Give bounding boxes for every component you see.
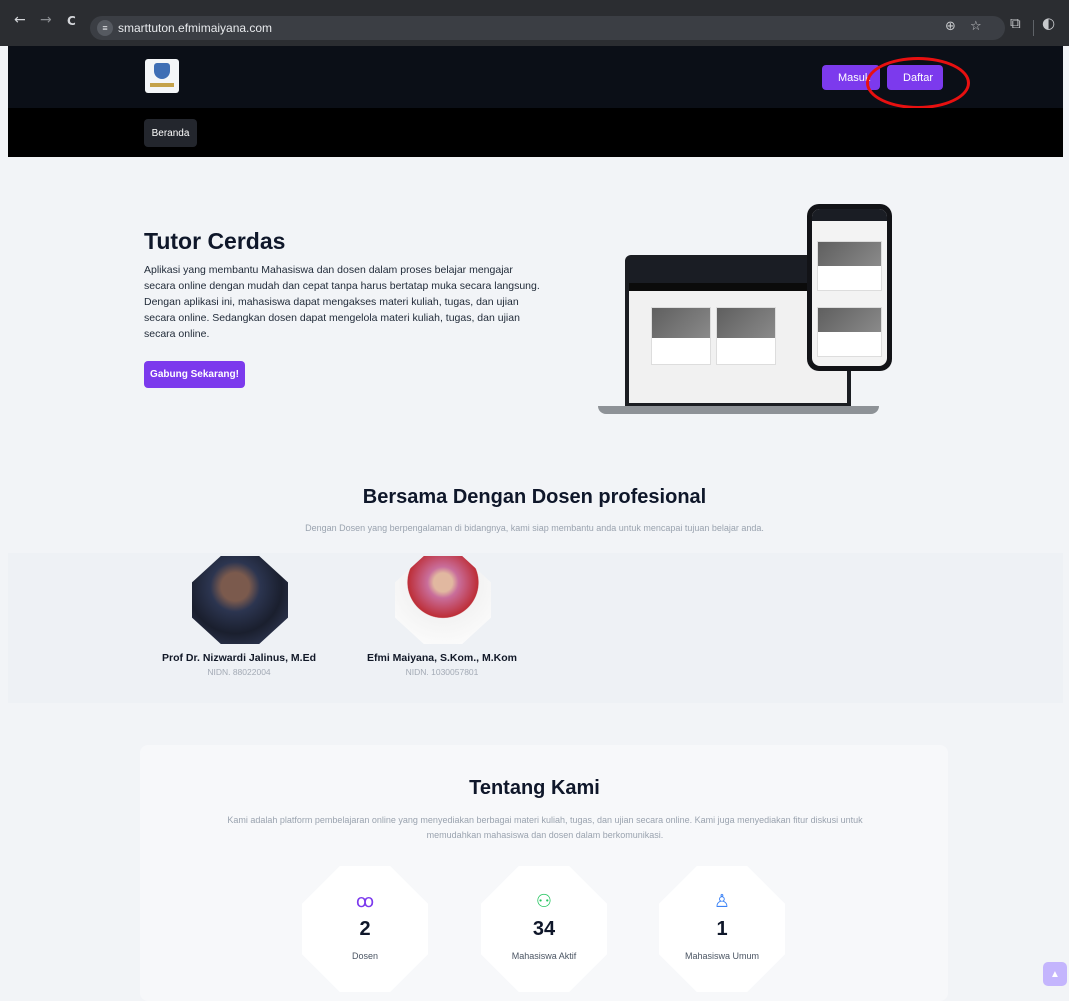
- zoom-icon[interactable]: ⊕: [945, 19, 956, 34]
- logo-base: [150, 83, 174, 87]
- gabung-sekarang-button[interactable]: Gabung Sekarang!: [144, 361, 245, 388]
- scroll-to-top-button[interactable]: ▲: [1043, 962, 1067, 986]
- logo-figure-icon: [154, 63, 170, 79]
- laptop-base: [598, 406, 879, 414]
- back-icon[interactable]: ←: [14, 12, 26, 28]
- dosen-section-subtitle: Dengan Dosen yang berpengalaman di bidan…: [305, 523, 764, 533]
- stat-mahasiswa-umum-value: 1: [716, 918, 728, 940]
- dosen-band: [8, 553, 1063, 703]
- stat-dosen-value: 2: [359, 918, 371, 940]
- forward-icon[interactable]: →: [40, 12, 52, 28]
- red-circle-annotation: [866, 57, 970, 109]
- users-icon: ꝏ: [355, 891, 375, 912]
- site-settings-icon[interactable]: ≡: [97, 20, 113, 36]
- stat-mahasiswa-umum-label: Mahasiswa Umum: [684, 951, 760, 961]
- chevron-up-icon: ▲: [1050, 968, 1060, 980]
- hero-description: Aplikasi yang membantu Mahasiswa dan dos…: [144, 262, 544, 342]
- toolbar-divider: [1033, 20, 1034, 36]
- hero-title: Tutor Cerdas: [144, 228, 286, 254]
- dosen-section-title: Bersama Dengan Dosen profesional: [362, 486, 707, 508]
- reload-icon[interactable]: C: [67, 14, 76, 28]
- about-title: Tentang Kami: [469, 777, 600, 799]
- stat-mahasiswa-aktif: ⚇ 34 Mahasiswa Aktif: [481, 866, 607, 992]
- stat-dosen: ꝏ 2 Dosen: [302, 866, 428, 992]
- bookmark-star-icon[interactable]: ☆: [970, 19, 982, 34]
- profile-icon[interactable]: ◐: [1042, 14, 1055, 32]
- extensions-icon[interactable]: ⧉: [1010, 14, 1021, 32]
- network-icon: ⚇: [535, 891, 553, 912]
- address-bar[interactable]: ≡ smarttuton.efmimaiyana.com ⊕ ☆: [90, 16, 1005, 40]
- lecturer-1-name: Prof Dr. Nizwardi Jalinus, M.Ed: [161, 652, 317, 664]
- phone-mockup-image: [807, 204, 892, 371]
- stat-mahasiswa-umum: ♙ 1 Mahasiswa Umum: [659, 866, 785, 992]
- lecturer-2-name: Efmi Maiyana, S.Kom., M.Kom: [367, 652, 517, 664]
- stat-dosen-label: Dosen: [351, 951, 378, 961]
- browser-toolbar: ← → C ≡ smarttuton.efmimaiyana.com ⊕ ☆ ⧉…: [0, 0, 1069, 46]
- stat-mahasiswa-aktif-label: Mahasiswa Aktif: [511, 951, 577, 961]
- lecturer-1-nidn: NIDN. 88022004: [207, 667, 271, 677]
- hero-paragraph-1: Aplikasi yang membantu Mahasiswa dan dos…: [144, 264, 540, 292]
- nav-item-beranda[interactable]: Beranda: [144, 119, 197, 147]
- stat-mahasiswa-aktif-value: 34: [532, 918, 556, 940]
- about-text: Kami adalah platform pembelajaran online…: [227, 815, 863, 840]
- url-text[interactable]: smarttuton.efmimaiyana.com: [118, 21, 272, 35]
- lecturer-2-photo: [395, 556, 491, 644]
- site-logo[interactable]: [145, 59, 179, 93]
- lecturer-2-nidn: NIDN. 1030057801: [405, 667, 479, 677]
- lecturer-1-photo: [192, 556, 288, 644]
- user-check-icon: ♙: [713, 891, 731, 912]
- hero-paragraph-2: Dengan aplikasi ini, mahasiswa dapat men…: [144, 296, 520, 340]
